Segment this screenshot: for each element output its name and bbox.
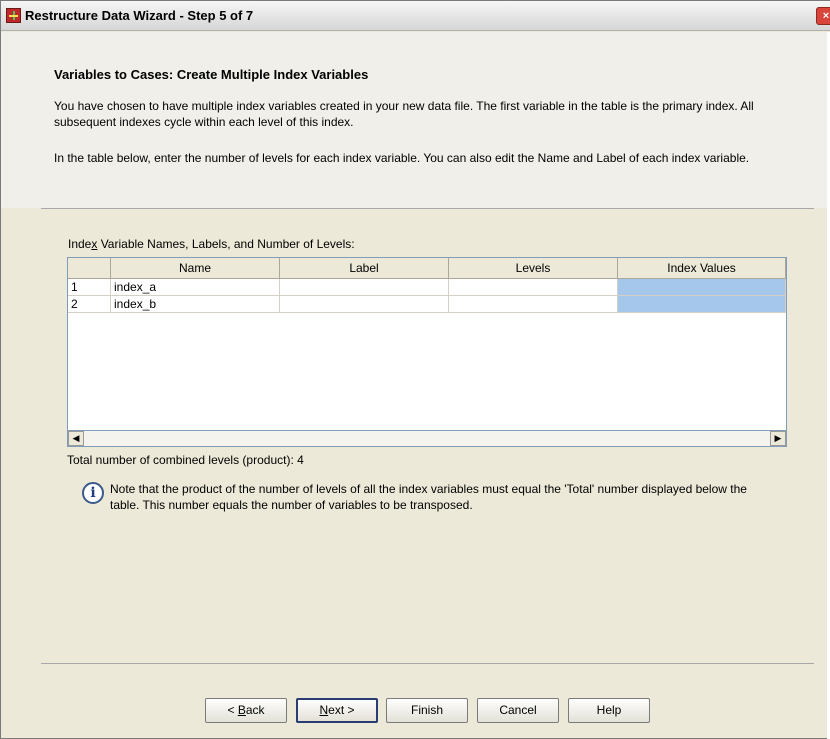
scroll-right-icon[interactable]: ▶ [770, 431, 786, 446]
row-number-cell: 1 [68, 279, 111, 296]
table-label-prefix: Inde [68, 237, 92, 251]
index-values-cell[interactable] [618, 279, 786, 296]
levels-cell[interactable] [449, 279, 618, 296]
help-button[interactable]: Help [568, 698, 650, 723]
row-number-cell: 2 [68, 296, 111, 313]
intro-paragraph-2: In the table below, enter the number of … [54, 151, 750, 165]
column-header-index-values[interactable]: Index Values [618, 258, 786, 279]
total-levels-text: Total number of combined levels (product… [67, 453, 304, 467]
next-mnemonic: N [319, 703, 329, 717]
next-rest: ext > [328, 703, 355, 717]
header-divider [41, 208, 814, 209]
table-label: Index Variable Names, Labels, and Number… [68, 237, 355, 251]
scroll-left-icon[interactable]: ◀ [68, 431, 84, 446]
label-cell[interactable] [280, 279, 449, 296]
horizontal-scrollbar[interactable]: ◀ ▶ [67, 430, 787, 447]
intro-paragraph-1: You have chosen to have multiple index v… [54, 99, 754, 129]
column-header-name[interactable]: Name [111, 258, 280, 279]
back-button[interactable]: < Back [205, 698, 287, 723]
label-cell[interactable] [280, 296, 449, 313]
info-icon: i [82, 482, 104, 504]
title-bar[interactable]: Restructure Data Wizard - Step 5 of 7 × [1, 1, 830, 31]
name-cell[interactable]: index_b [111, 296, 280, 313]
close-button[interactable]: × [816, 7, 830, 25]
back-prefix: < [227, 703, 238, 717]
finish-button[interactable]: Finish [386, 698, 468, 723]
footer-divider [41, 663, 814, 664]
levels-cell[interactable] [449, 296, 618, 313]
window-title: Restructure Data Wizard - Step 5 of 7 [25, 8, 254, 23]
column-header-rownum[interactable] [68, 258, 111, 279]
column-header-levels[interactable]: Levels [449, 258, 618, 279]
index-variables-table[interactable]: Name Label Levels Index Values 1 index_a… [67, 257, 787, 447]
cancel-button[interactable]: Cancel [477, 698, 559, 723]
column-header-label[interactable]: Label [280, 258, 449, 279]
name-cell[interactable]: index_a [111, 279, 280, 296]
next-button[interactable]: Next > [296, 698, 378, 723]
step-heading: Variables to Cases: Create Multiple Inde… [54, 67, 369, 82]
app-icon [6, 8, 21, 23]
index-values-cell[interactable] [618, 296, 786, 313]
back-mnemonic: B [237, 703, 246, 717]
back-rest: ack [245, 703, 265, 717]
table-label-suffix: Variable Names, Labels, and Number of Le… [97, 237, 355, 251]
wizard-window: Restructure Data Wizard - Step 5 of 7 × … [0, 0, 830, 739]
note-text: Note that the product of the number of l… [110, 482, 747, 512]
